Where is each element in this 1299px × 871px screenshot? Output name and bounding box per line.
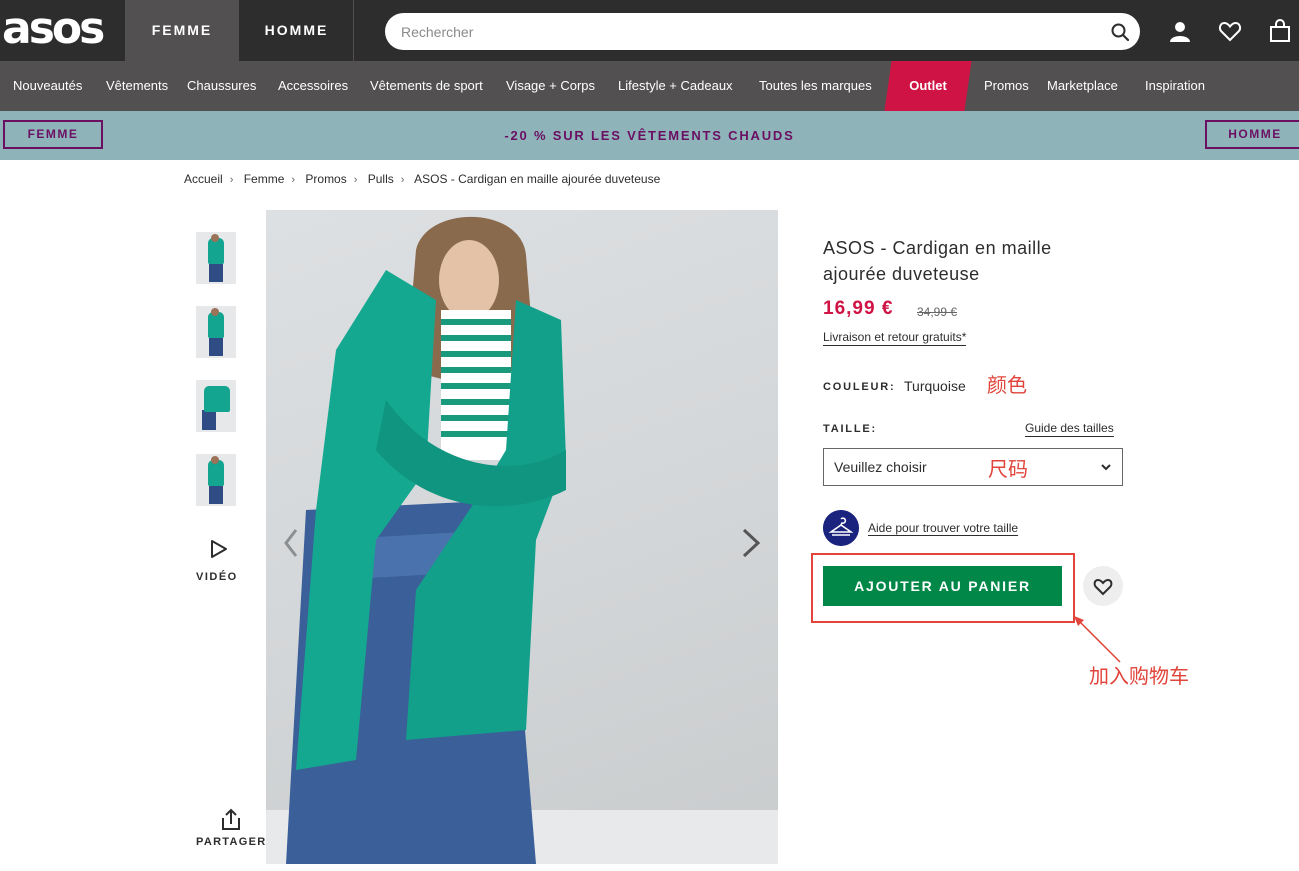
breadcrumb: Accueil › Femme › Promos › Pulls › ASOS - Ca… (184, 172, 661, 186)
breadcrumb-femme[interactable]: Femme (244, 172, 285, 186)
nav-item-chaussures[interactable]: Chaussures (187, 61, 256, 111)
save-for-later-button[interactable] (1083, 566, 1123, 606)
account-icon[interactable] (1168, 19, 1192, 43)
product-title: ASOS - Cardigan en maille ajourée duvete… (823, 238, 1052, 284)
nav-item-promos[interactable]: Promos (984, 61, 1029, 111)
hanger-icon[interactable] (823, 510, 859, 546)
nav-item-vetements[interactable]: Vêtements (106, 61, 168, 111)
nav-item-accessoires[interactable]: Accessoires (278, 61, 348, 111)
size-label: TAILLE: (823, 423, 877, 435)
promo-banner: -20 % SUR LES VÊTEMENTS CHAUDS FEMME HOM… (0, 111, 1299, 160)
search-input[interactable] (401, 21, 1091, 43)
product-thumbnail[interactable] (196, 380, 236, 432)
heart-icon (1093, 578, 1113, 596)
nav-item-toutes-les-marques[interactable]: Toutes les marques (759, 61, 872, 111)
size-guide-link[interactable]: Guide des tailles (1025, 421, 1114, 437)
annotation-size: 尺码 (988, 457, 1028, 481)
nav-item-visage-corps[interactable]: Visage + Corps (506, 61, 595, 111)
annotation-color: 颜色 (987, 373, 1027, 397)
breadcrumb-accueil[interactable]: Accueil (184, 172, 223, 186)
wishlist-icon[interactable] (1218, 19, 1242, 43)
old-price: 34,99 € (917, 305, 958, 319)
asos-logo[interactable]: asos (2, 4, 112, 54)
size-select[interactable]: Veuillez choisir (823, 448, 1123, 486)
fit-help-link[interactable]: Aide pour trouver votre taille (868, 521, 1019, 536)
annotation-cart: 加入购物车 (1089, 664, 1189, 688)
breadcrumb-promos[interactable]: Promos (305, 172, 346, 186)
tab-femme[interactable]: FEMME (125, 0, 239, 61)
product-photo (266, 216, 778, 864)
delivery-link[interactable]: Livraison et retour gratuits* (823, 330, 967, 346)
product-thumbnail[interactable] (196, 306, 236, 358)
color-value: Turquoise (904, 378, 966, 394)
nav-item-vetements-de-sport[interactable]: Vêtements de sport (370, 61, 483, 111)
current-price: 16,99 € (823, 298, 894, 319)
share-label[interactable]: PARTAGER (196, 836, 267, 848)
play-icon[interactable] (196, 538, 240, 560)
search-icon[interactable] (1110, 22, 1130, 42)
nav-item-inspiration[interactable]: Inspiration (1145, 61, 1205, 111)
tab-homme[interactable]: HOMME (240, 0, 354, 61)
breadcrumb-pulls[interactable]: Pulls (368, 172, 394, 186)
add-to-cart-button[interactable]: AJOUTER AU PANIER (823, 566, 1062, 606)
bag-icon[interactable] (1268, 19, 1292, 43)
nav-item-nouveautes[interactable]: Nouveautés (13, 61, 82, 111)
promo-text[interactable]: -20 % SUR LES VÊTEMENTS CHAUDS (0, 111, 1299, 160)
promo-homme-button[interactable]: HOMME (1205, 120, 1299, 149)
breadcrumb-current: ASOS - Cardigan en maille ajourée duvete… (414, 172, 661, 186)
promo-femme-button[interactable]: FEMME (3, 120, 103, 149)
share-icon[interactable] (196, 808, 266, 832)
size-select-value: Veuillez choisir (834, 459, 927, 475)
nav-item-outlet[interactable]: Outlet (888, 61, 968, 111)
search-bar (385, 13, 1140, 50)
product-thumbnail[interactable] (196, 454, 236, 506)
video-label[interactable]: VIDÉO (196, 571, 238, 583)
product-main-image[interactable] (266, 210, 778, 864)
color-label: COULEUR: (823, 381, 896, 393)
nav-item-lifestyle-cadeaux[interactable]: Lifestyle + Cadeaux (618, 61, 733, 111)
product-thumbnail[interactable] (196, 232, 236, 284)
chevron-down-icon (1101, 464, 1111, 471)
nav-item-marketplace[interactable]: Marketplace (1047, 61, 1118, 111)
top-bar: asos FEMME HOMME (0, 0, 1299, 61)
